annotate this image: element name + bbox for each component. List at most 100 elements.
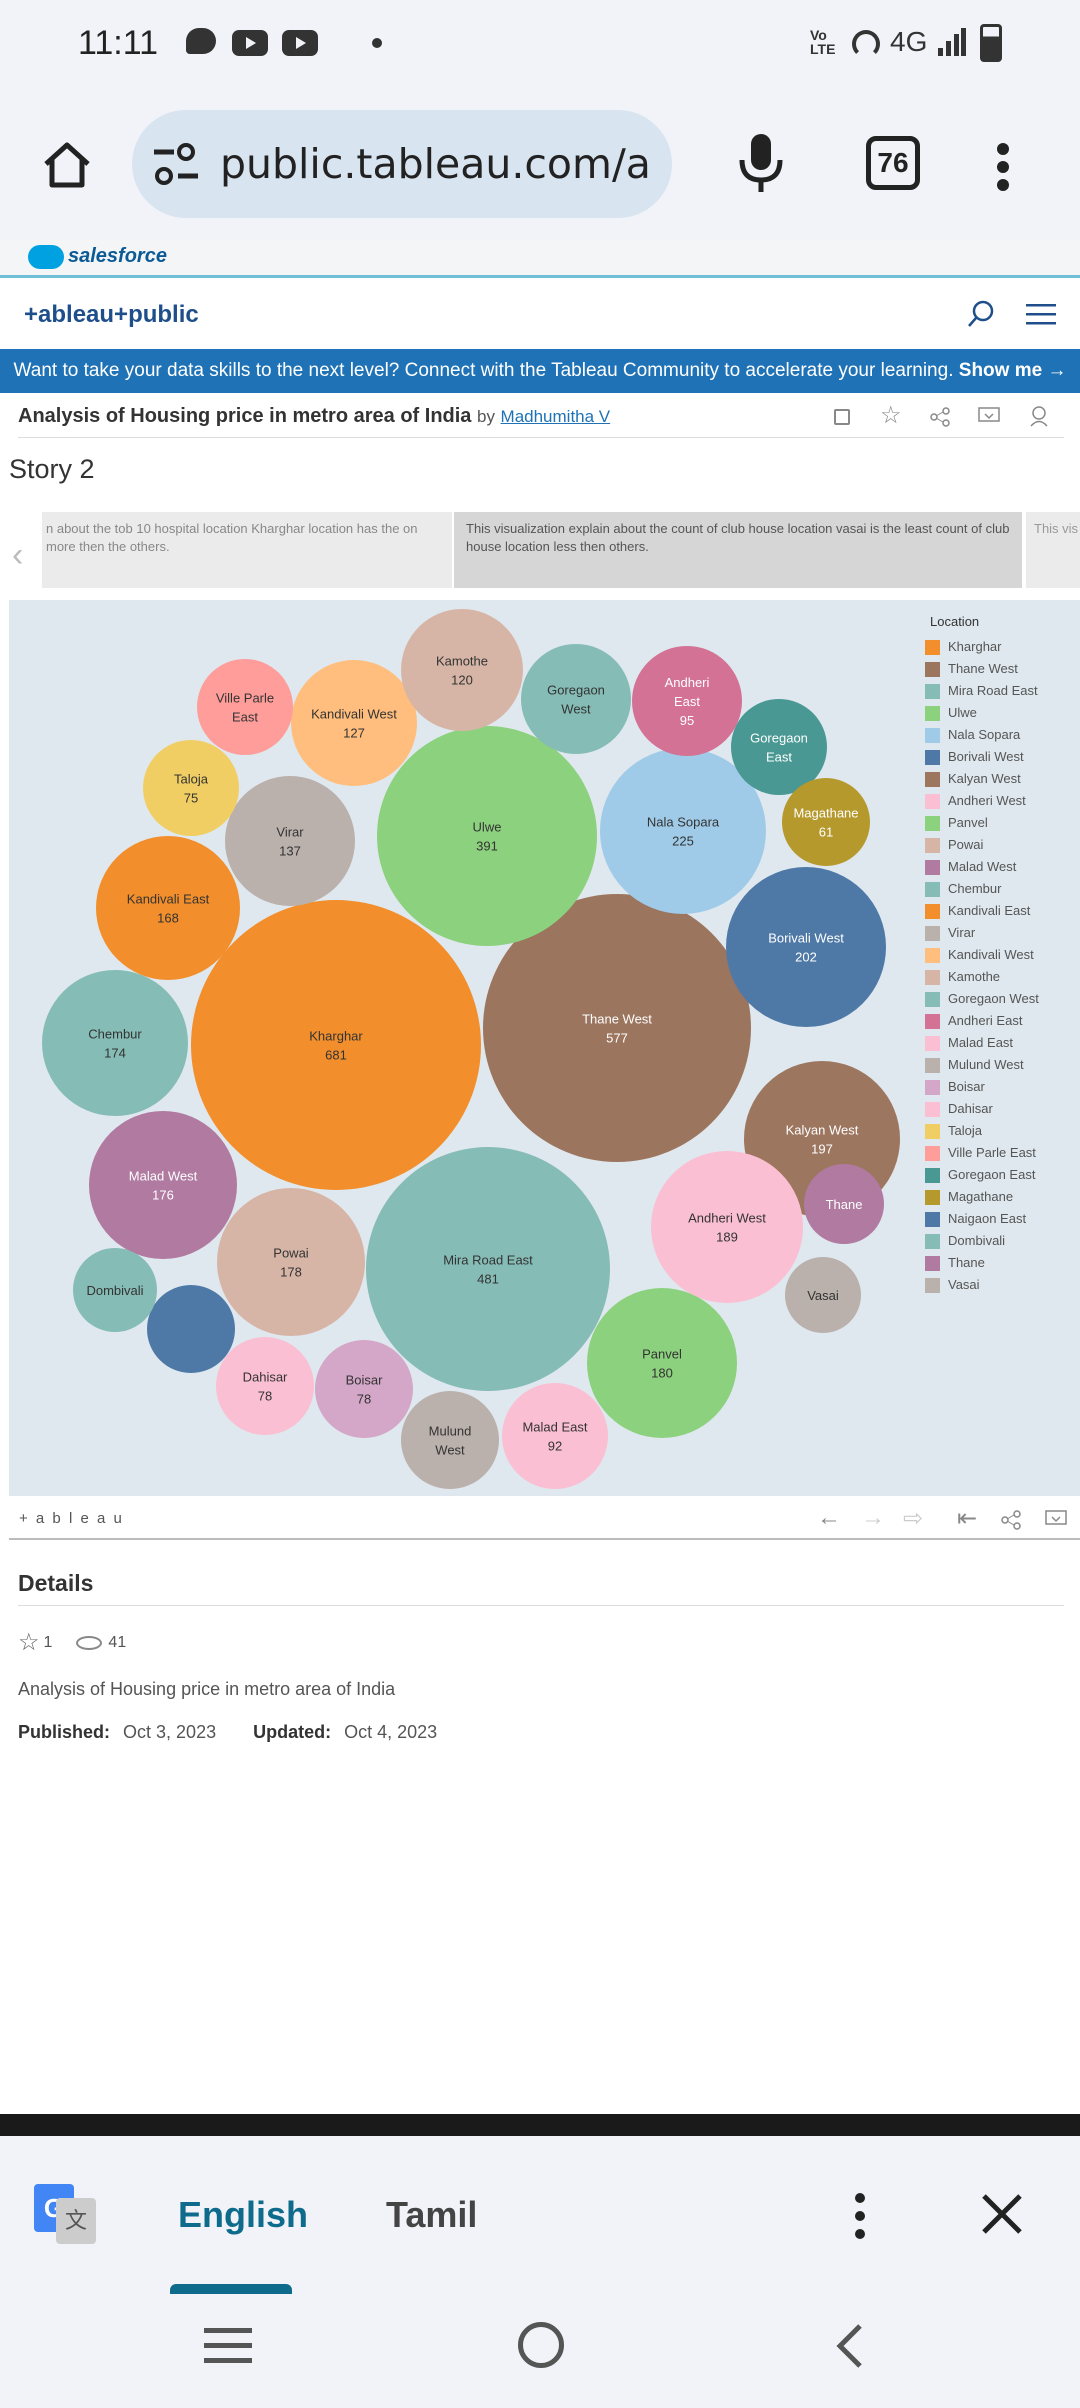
download-icon[interactable] [978, 407, 1000, 432]
bubble-mark[interactable] [291, 660, 417, 786]
bubble-mark[interactable] [401, 609, 523, 731]
bubble-mark[interactable] [143, 740, 239, 836]
bubble-mark[interactable] [225, 776, 355, 906]
legend-item[interactable]: Kandivali West [925, 944, 1034, 966]
bubble-ulwe[interactable]: Ulwe 391 [377, 726, 597, 946]
bubble-mark[interactable] [377, 726, 597, 946]
salesforce-label[interactable]: salesforce [68, 245, 167, 268]
legend-item[interactable]: Malad West [925, 856, 1016, 878]
legend-item[interactable]: Magathane [925, 1186, 1013, 1208]
language-tab-english[interactable]: English [178, 2194, 308, 2236]
bubble-mark[interactable] [521, 644, 631, 754]
story-point-2[interactable]: This visualization explain about the cou… [454, 512, 1022, 588]
bubble-kharghar[interactable]: Kharghar 681 [191, 900, 481, 1190]
home-button-icon[interactable] [518, 2322, 564, 2368]
bubble-kandivali-west[interactable]: Kandivali West 127 [291, 660, 417, 786]
bubble-andheri-east[interactable]: Andheri East 95 [632, 646, 742, 756]
story-point-1[interactable]: n about the tob 10 hospital location Kha… [42, 512, 452, 588]
legend-item[interactable]: Kalyan West [925, 768, 1021, 790]
bubble-chembur[interactable]: Chembur 174 [42, 970, 188, 1116]
back-icon[interactable] [832, 2322, 866, 2375]
legend-item[interactable]: Vasai [925, 1274, 980, 1296]
bubble-mark[interactable] [197, 659, 293, 755]
story-prev-icon[interactable]: ‹ [12, 536, 23, 575]
legend-item[interactable]: Dahisar [925, 1098, 993, 1120]
bubble-naigaon-east[interactable] [147, 1285, 235, 1373]
legend-item[interactable]: Kharghar [925, 636, 1001, 658]
pause-icon[interactable]: ⇤ [957, 1504, 977, 1533]
legend-item[interactable]: Ville Parle East [925, 1142, 1036, 1164]
legend-item[interactable]: Taloja [925, 1120, 982, 1142]
tableau-viz-logo[interactable]: + a b l e a u [19, 1510, 124, 1527]
bubble-panvel[interactable]: Panvel 180 [587, 1288, 737, 1438]
bubble-magathane[interactable]: Magathane 61 [782, 778, 870, 866]
share-icon[interactable] [1001, 1510, 1021, 1535]
home-icon[interactable] [40, 138, 94, 197]
language-tab-tamil[interactable]: Tamil [386, 2194, 477, 2236]
legend-item[interactable]: Chembur [925, 878, 1001, 900]
legend-item[interactable]: Mulund West [925, 1054, 1024, 1076]
legend-item[interactable]: Thane West [925, 658, 1018, 680]
bubble-mark[interactable] [782, 778, 870, 866]
legend-item[interactable]: Powai [925, 834, 983, 856]
profile-icon[interactable] [1028, 405, 1050, 432]
bubble-goregaon-west[interactable]: Goregaon West [521, 644, 631, 754]
bubble-mark[interactable] [216, 1337, 314, 1435]
bubble-mark[interactable] [651, 1151, 803, 1303]
microphone-icon[interactable] [736, 130, 786, 201]
bubble-malad-east[interactable]: Malad East 92 [502, 1383, 608, 1489]
recent-apps-icon[interactable] [204, 2326, 252, 2371]
share-icon[interactable] [930, 407, 950, 432]
legend-item[interactable]: Andheri West [925, 790, 1026, 812]
bubble-mira-road-east[interactable]: Mira Road East 481 [366, 1147, 610, 1391]
bubble-borivali-west[interactable]: Borivali West 202 [726, 867, 886, 1027]
bubble-virar[interactable]: Virar 137 [225, 776, 355, 906]
bubble-taloja[interactable]: Taloja 75 [143, 740, 239, 836]
legend-item[interactable]: Ulwe [925, 702, 977, 724]
bubble-vasai[interactable]: Vasai [785, 1257, 861, 1333]
bubble-mark[interactable] [401, 1391, 499, 1489]
bubble-mark[interactable] [502, 1383, 608, 1489]
bubble-mulund-west[interactable]: Mulund West [401, 1391, 499, 1489]
bubble-andheri-west[interactable]: Andheri West 189 [651, 1151, 803, 1303]
legend-item[interactable]: Goregaon West [925, 988, 1039, 1010]
legend-item[interactable]: Goregaon East [925, 1164, 1035, 1186]
bubble-mark[interactable] [366, 1147, 610, 1391]
google-translate-icon[interactable]: G 文 [34, 2184, 96, 2246]
bubble-boisar[interactable]: Boisar 78 [315, 1340, 413, 1438]
legend-item[interactable]: Nala Sopara [925, 724, 1020, 746]
tab-switcher-button[interactable]: 76 [866, 136, 920, 190]
redo-icon[interactable]: → [861, 1504, 885, 1532]
close-icon[interactable] [980, 2192, 1024, 2241]
bubble-mark[interactable] [89, 1111, 237, 1259]
legend-item[interactable]: Naigaon East [925, 1208, 1026, 1230]
bubble-mark[interactable] [315, 1340, 413, 1438]
legend-item[interactable]: Kamothe [925, 966, 1000, 988]
legend-item[interactable]: Borivali West [925, 746, 1024, 768]
bubble-ville-parle-east[interactable]: Ville Parle East [197, 659, 293, 755]
bubble-mark[interactable] [147, 1285, 235, 1373]
show-me-link[interactable]: Show me → [959, 360, 1067, 381]
revert-icon[interactable]: ⇨ [903, 1504, 923, 1533]
author-link[interactable]: Madhumitha V [501, 407, 611, 426]
hamburger-menu-icon[interactable] [1026, 303, 1056, 332]
browser-menu-icon[interactable] [996, 142, 1010, 197]
site-settings-icon[interactable] [150, 142, 202, 193]
legend-item[interactable]: Dombivali [925, 1230, 1005, 1252]
legend-item[interactable]: Mira Road East [925, 680, 1038, 702]
bubble-malad-west[interactable]: Malad West 176 [89, 1111, 237, 1259]
bubble-powai[interactable]: Powai 178 [217, 1188, 365, 1336]
bubble-dombivali[interactable]: Dombivali [73, 1248, 157, 1332]
search-icon[interactable] [966, 299, 996, 334]
url-text[interactable]: public.tableau.com/app/pı [220, 140, 652, 188]
undo-icon[interactable]: ← [817, 1504, 841, 1532]
bubble-mark[interactable] [217, 1188, 365, 1336]
legend-item[interactable]: Malad East [925, 1032, 1013, 1054]
legend-item[interactable]: Virar [925, 922, 975, 944]
bubble-mark[interactable] [587, 1288, 737, 1438]
story-point-3[interactable]: This vis the mo [1026, 512, 1080, 588]
translate-menu-icon[interactable] [853, 2192, 867, 2247]
bubble-mark[interactable] [96, 836, 240, 980]
legend-item[interactable]: Panvel [925, 812, 988, 834]
bubble-mark[interactable] [191, 900, 481, 1190]
